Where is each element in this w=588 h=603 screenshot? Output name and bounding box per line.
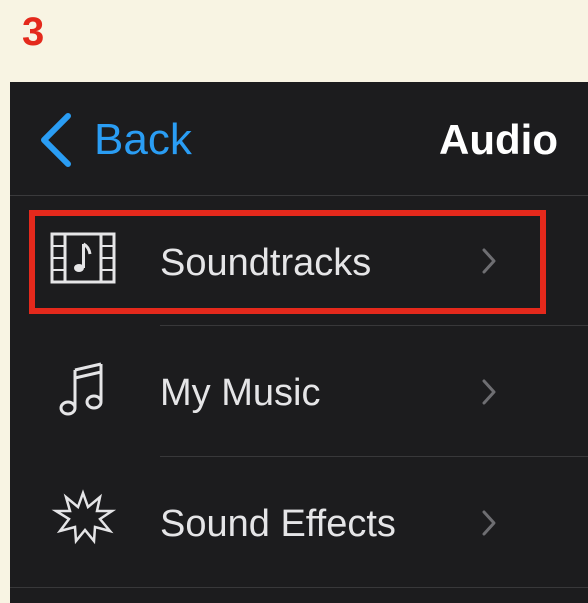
film-music-icon xyxy=(50,232,116,284)
list-item-soundtracks[interactable]: Soundtracks xyxy=(10,196,588,326)
soundtracks-label: Soundtracks xyxy=(160,242,372,284)
page-title: Audio xyxy=(439,116,558,163)
back-button[interactable]: Back xyxy=(38,112,192,168)
navigation-bar: Back Audio xyxy=(10,82,588,196)
step-number: 3 xyxy=(22,10,45,54)
audio-panel: Back Audio Soundtracks My Music Sound Ef… xyxy=(10,82,588,603)
chevron-right-icon xyxy=(482,248,496,274)
music-note-icon xyxy=(59,362,103,416)
chevron-right-icon xyxy=(482,379,496,405)
sound-effects-label: Sound Effects xyxy=(160,503,396,545)
list-item-sound-effects[interactable]: Sound Effects xyxy=(10,457,588,587)
my-music-label: My Music xyxy=(160,372,321,414)
list-bottom-divider xyxy=(10,587,588,588)
list-item-my-music[interactable]: My Music xyxy=(10,326,588,456)
chevron-left-icon xyxy=(41,113,71,167)
chevron-right-icon xyxy=(482,510,496,536)
starburst-icon xyxy=(51,489,117,545)
back-label: Back xyxy=(94,115,192,164)
